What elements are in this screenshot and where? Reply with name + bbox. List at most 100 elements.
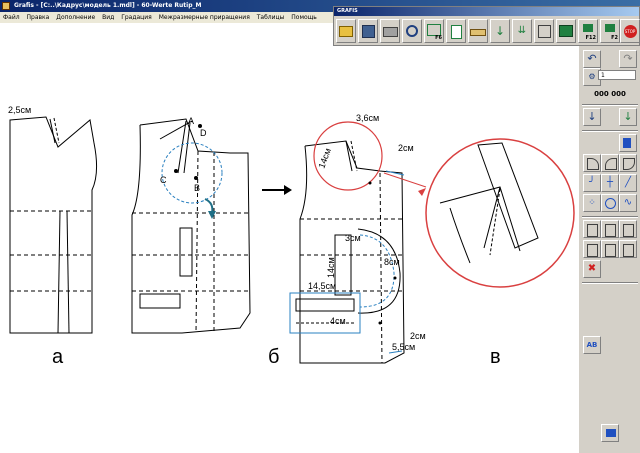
panel-label-b: б (268, 346, 279, 368)
stop-icon: STOP (623, 25, 637, 38)
dim-shoulder-mid: 3,6см (356, 113, 379, 123)
menu-view[interactable]: Вид (102, 14, 114, 21)
export-icon (606, 429, 616, 437)
print-button[interactable] (380, 19, 400, 43)
save-button[interactable] (358, 19, 378, 43)
f12-icon (583, 24, 593, 32)
points-icon: ⁘ (588, 198, 596, 208)
save-icon (361, 25, 375, 38)
tool-export[interactable] (601, 424, 619, 442)
step-input[interactable]: 1 (598, 70, 636, 80)
f12-button[interactable]: F12 (578, 19, 598, 43)
curve-icon (605, 158, 617, 170)
menu-edit[interactable]: Правка (27, 14, 50, 21)
menu-help[interactable]: Помощь (291, 14, 317, 21)
panel-label-v: в (490, 346, 501, 368)
tool-wave[interactable]: ∿ (619, 194, 637, 212)
panel-label-a: а (52, 346, 64, 368)
measure-icon (470, 29, 486, 36)
fit-view-button[interactable]: F6 (424, 19, 444, 43)
tool-curve-1[interactable] (583, 154, 601, 172)
redo-button[interactable]: ↷ (619, 50, 637, 68)
dim-top-2: 2см (398, 143, 414, 153)
undo-button[interactable]: ↶ (583, 50, 601, 68)
circle-icon (605, 198, 616, 209)
dim-curve-8: 8см (384, 257, 400, 267)
right-tool-panel: ↶ ↷ ⚙ ↓ ↓ ╯ ┼ ╱ ⁘ ∿ ✖ AB (578, 46, 640, 453)
tool-curve-3[interactable] (619, 154, 637, 172)
menu-addition[interactable]: Дополнение (56, 14, 95, 21)
app-icon (2, 2, 10, 10)
tool-piece-2[interactable] (601, 220, 619, 238)
table-icon (559, 25, 573, 37)
tool-curve-2[interactable] (601, 154, 619, 172)
dimension-button[interactable]: ⇊ (512, 19, 532, 43)
piece-icon (587, 224, 598, 237)
page-button[interactable] (446, 19, 466, 43)
menu-intersize[interactable]: Межразмерные приращения (159, 14, 250, 21)
zoom-button[interactable] (402, 19, 422, 43)
piece-icon (623, 244, 634, 257)
delete-icon: ✖ (587, 263, 597, 274)
dim-hem-5-5: 5,5см (392, 342, 415, 352)
grading-icon (537, 25, 551, 38)
pattern-drawing: A D C B 2,5см 3,6см 14см 2см 14см 3см 8с… (8, 105, 575, 368)
point-d-label: D (200, 128, 207, 138)
line-icon: ╯ (588, 177, 596, 188)
tool-delete[interactable]: ✖ (583, 260, 601, 278)
diagonal-icon: ╱ (624, 177, 632, 188)
tool-line-1[interactable]: ╯ (583, 174, 601, 192)
tool-line-2[interactable]: ┼ (601, 174, 619, 192)
arrow-down-button[interactable]: ↓ (490, 19, 510, 43)
point-b-label: B (194, 183, 200, 193)
piece-icon (623, 224, 634, 237)
grafis-toolbar: GRAFIS F6 ↓ ⇊ F12 F2 STOP (333, 6, 640, 46)
open-folder-icon (339, 26, 353, 37)
table-button[interactable] (556, 19, 576, 43)
grading-button[interactable] (534, 19, 554, 43)
curve-icon (587, 158, 599, 170)
color-icon (623, 138, 631, 148)
arrow-down-green-icon: ↓ (623, 110, 633, 123)
measure-button[interactable] (468, 19, 488, 43)
dim-hem-2: 2см (410, 331, 426, 341)
magnify-icon (406, 25, 418, 37)
down-green-button[interactable]: ↓ (619, 108, 637, 126)
dim-dart-3: 3см (345, 233, 361, 243)
open-button[interactable] (336, 19, 356, 43)
point-a-label: A (188, 116, 194, 126)
tool-spell[interactable]: AB (583, 336, 601, 354)
toolbar-caption: GRAFIS (334, 7, 639, 16)
tool-piece-1[interactable] (583, 220, 601, 238)
page-icon (450, 25, 462, 39)
dim-shoulder-left: 2,5см (8, 105, 31, 115)
drawing-canvas[interactable]: A D C B 2,5см 3,6см 14см 2см 14см 3см 8с… (0, 23, 579, 453)
arrow-down-icon: ↓ (494, 24, 506, 38)
tool-circle[interactable] (601, 194, 619, 212)
redo-icon: ↷ (623, 52, 633, 65)
dimension-icon: ⇊ (517, 25, 527, 36)
dim-neck-14: 14см (316, 147, 332, 170)
menu-file[interactable]: Файл (3, 14, 20, 21)
window-title: Grafis - [C:..\Кадрус\модель 1.mdl] - 60… (14, 2, 202, 9)
f2-button[interactable]: F2 (600, 19, 620, 43)
dim-pocket-4: 4см (330, 316, 346, 326)
down-arrow-button[interactable]: ↓ (583, 108, 601, 126)
print-icon (382, 27, 398, 37)
menu-grading[interactable]: Градация (121, 14, 152, 21)
arrow-down-blue-icon: ↓ (587, 110, 597, 123)
piece-icon (605, 244, 616, 257)
tool-point-1[interactable]: ⁘ (583, 194, 601, 212)
tool-piece-3[interactable] (619, 220, 637, 238)
stop-button[interactable]: STOP (620, 19, 640, 43)
tool-color[interactable] (619, 134, 637, 152)
curve-icon (623, 158, 635, 170)
tool-line-3[interactable]: ╱ (619, 174, 637, 192)
tool-piece-4[interactable] (583, 240, 601, 258)
piece-icon (605, 224, 616, 237)
tool-piece-6[interactable] (619, 240, 637, 258)
tool-piece-5[interactable] (601, 240, 619, 258)
menu-tables[interactable]: Таблицы (257, 14, 285, 21)
point-c-label: C (160, 175, 167, 185)
menu-bar: Файл Правка Дополнение Вид Градация Межр… (0, 12, 333, 23)
